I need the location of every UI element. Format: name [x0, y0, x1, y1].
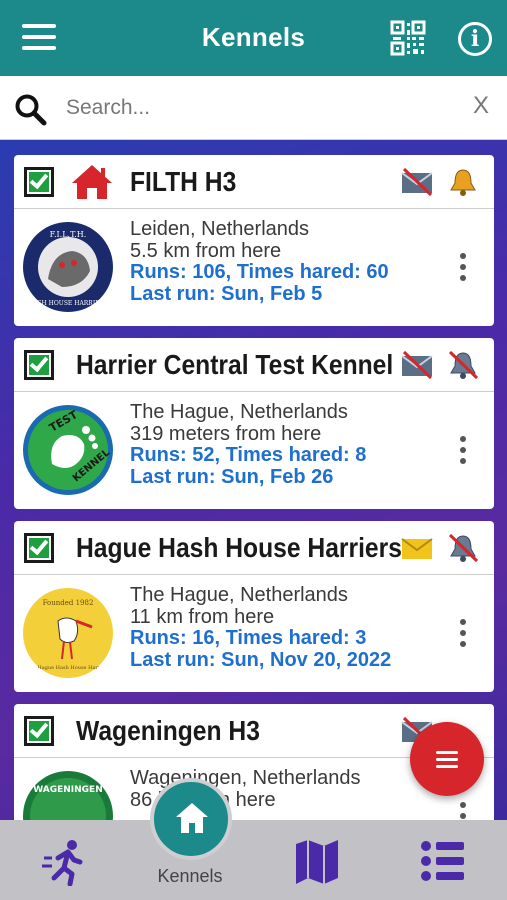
- info-icon[interactable]: i: [458, 22, 492, 56]
- kennels-home-button[interactable]: [150, 778, 232, 860]
- kennel-last-run: Last run: Sun, Feb 5: [130, 282, 323, 305]
- svg-text:Founded 1982: Founded 1982: [43, 599, 94, 607]
- search-icon: [15, 94, 47, 126]
- app-header: Kennels i: [0, 0, 507, 76]
- email-enabled-icon[interactable]: [400, 533, 434, 563]
- search-input[interactable]: [66, 90, 426, 126]
- kennel-name: FILTH H3: [130, 166, 237, 197]
- test-kennel-logo: TEST KENNEL: [23, 405, 113, 495]
- clear-search-button[interactable]: X: [473, 92, 489, 120]
- kennel-card-header: Hague Hash House Harriers: [14, 521, 494, 575]
- kennel-distance: 5.5 km from here: [130, 239, 282, 262]
- kennel-name: Wageningen H3: [76, 715, 260, 746]
- wageningen-h3-logo: WAGENINGEN: [23, 771, 113, 820]
- hague-h3-logo: Founded 1982 The Hague Hash House Harrie…: [23, 588, 113, 678]
- home-kennel-icon: [72, 165, 112, 199]
- list-menu-icon: [436, 751, 458, 754]
- svg-text:HASH HOUSE HARRIERS: HASH HOUSE HARRIERS: [28, 300, 108, 307]
- kennel-stats: Runs: 16, Times hared: 3: [130, 627, 367, 649]
- kennel-checkbox[interactable]: [24, 350, 54, 380]
- bell-disabled-icon[interactable]: [446, 350, 480, 380]
- more-options-icon[interactable]: [460, 802, 468, 820]
- bottom-navigation: [0, 820, 507, 900]
- kennel-name: Hague Hash House Harriers: [76, 532, 402, 563]
- kennel-last-run: Last run: Sun, Nov 20, 2022: [130, 648, 392, 671]
- kennel-location: Leiden, Netherlands: [130, 218, 310, 240]
- more-options-icon[interactable]: [460, 619, 468, 649]
- tab-kennels-label[interactable]: Kennels: [140, 866, 240, 887]
- page-title: Kennels: [201, 22, 306, 52]
- kennel-card[interactable]: FILTH H3 F.I.L.T.H. HASH HOUSE HARRIERS: [14, 155, 494, 326]
- kennel-distance: 319 meters from here: [130, 422, 322, 445]
- bell-disabled-icon[interactable]: [446, 533, 480, 563]
- running-person-icon[interactable]: [40, 836, 90, 886]
- qr-code-icon[interactable]: [390, 20, 426, 56]
- kennel-distance: 11 km from here: [130, 605, 275, 628]
- kennel-checkbox[interactable]: [24, 533, 54, 563]
- list-icon[interactable]: [418, 836, 468, 886]
- kennel-name: Harrier Central Test Kennel: [76, 349, 394, 380]
- kennel-list[interactable]: FILTH H3 F.I.L.T.H. HASH HOUSE HARRIERS: [0, 140, 507, 820]
- list-menu-fab-button[interactable]: [410, 722, 484, 796]
- filth-h3-logo: F.I.L.T.H. HASH HOUSE HARRIERS: [23, 222, 113, 312]
- more-options-icon[interactable]: [460, 436, 468, 466]
- email-disabled-icon[interactable]: [400, 167, 434, 197]
- kennel-card-header: FILTH H3: [14, 155, 494, 209]
- email-disabled-icon[interactable]: [400, 350, 434, 380]
- kennel-card[interactable]: Harrier Central Test Kennel TEST KENNEL: [14, 338, 494, 509]
- more-options-icon[interactable]: [460, 253, 468, 283]
- kennel-card[interactable]: Hague Hash House Harriers Founded 1982 T…: [14, 521, 494, 692]
- kennel-stats: Runs: 106, Times hared: 60: [130, 261, 389, 283]
- kennel-stats: Runs: 52, Times hared: 8: [130, 444, 367, 466]
- kennel-location: The Hague, Netherlands: [130, 401, 348, 423]
- svg-text:WAGENINGEN: WAGENINGEN: [33, 785, 103, 795]
- home-icon: [176, 803, 208, 833]
- kennel-location: The Hague, Netherlands: [130, 584, 348, 606]
- search-bar: X: [0, 76, 507, 140]
- map-icon[interactable]: [292, 836, 342, 886]
- kennel-checkbox[interactable]: [24, 167, 54, 197]
- kennel-checkbox[interactable]: [24, 716, 54, 746]
- bell-enabled-icon[interactable]: [446, 167, 480, 197]
- kennel-card-header: Harrier Central Test Kennel: [14, 338, 494, 392]
- svg-text:The Hague Hash House Harriers: The Hague Hash House Harriers: [26, 665, 110, 671]
- svg-text:F.I.L.T.H.: F.I.L.T.H.: [50, 230, 87, 239]
- kennel-last-run: Last run: Sun, Feb 26: [130, 465, 334, 488]
